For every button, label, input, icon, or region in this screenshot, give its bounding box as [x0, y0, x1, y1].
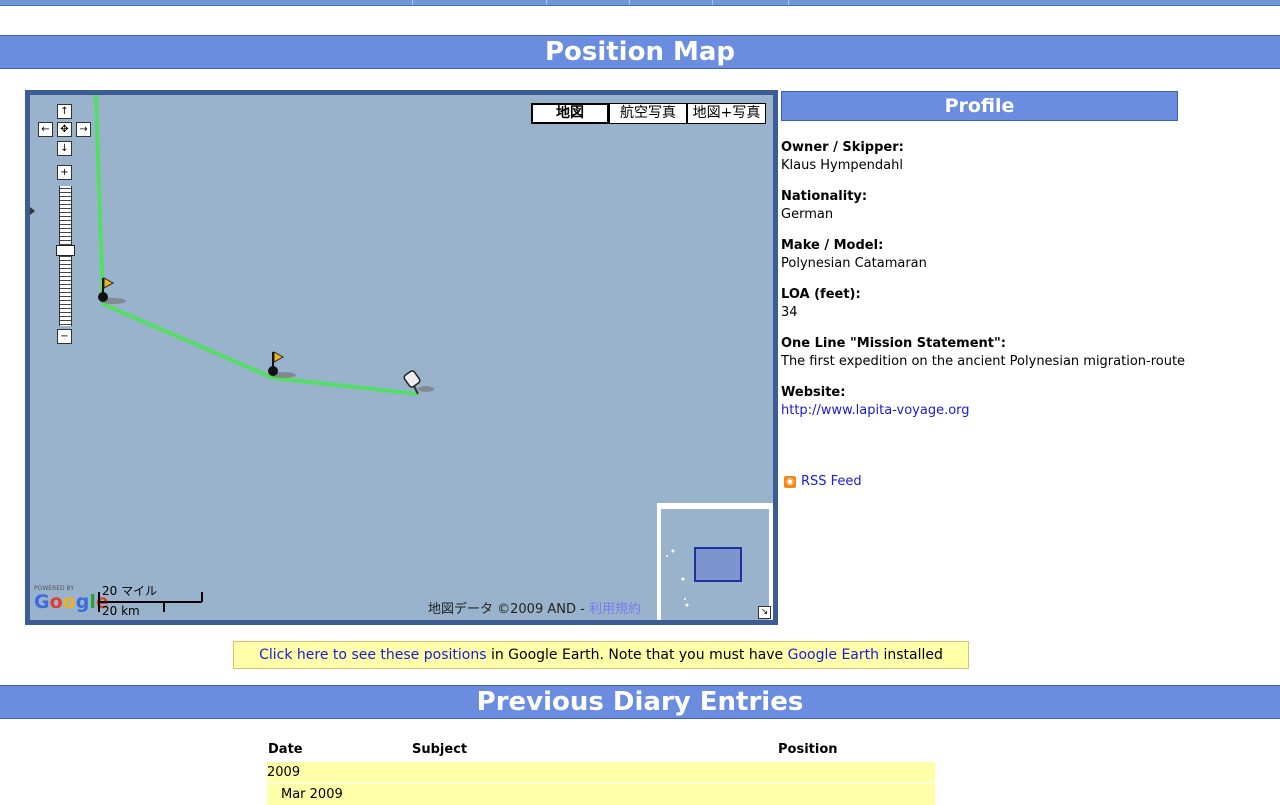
zoom-slider-track[interactable] [59, 186, 72, 326]
column-date: Date [268, 742, 303, 757]
nav-separator [712, 0, 713, 5]
make-model-label: Make / Model: [781, 238, 884, 253]
overview-map[interactable]: ↘ [657, 503, 773, 620]
column-position: Position [778, 742, 838, 757]
nav-separator [629, 0, 630, 5]
voyage-track [94, 95, 419, 396]
map-type-satellite-button[interactable]: 航空写真 [609, 103, 687, 124]
map-type-hybrid-button[interactable]: 地図+写真 [687, 103, 766, 124]
profile-heading: Profile [781, 91, 1178, 121]
diary-table-header: Date Subject Position [267, 742, 935, 762]
map-scale: 20 マイル 20 km [98, 582, 208, 618]
nationality-label: Nationality: [781, 189, 868, 204]
loa-label: LOA (feet): [781, 287, 861, 302]
zoom-slider-thumb[interactable] [56, 245, 75, 256]
pushpin-marker [403, 370, 434, 395]
map-type-map-button[interactable]: 地図 [531, 103, 609, 124]
profile-panel: Profile Owner / Skipper: Klaus Hympendah… [781, 91, 1201, 418]
top-nav-strip [0, 0, 1280, 6]
column-subject: Subject [412, 742, 468, 757]
terms-link[interactable]: 利用規約 [589, 602, 641, 617]
nav-separator [546, 0, 547, 5]
position-map-heading: Position Map [0, 35, 1280, 69]
offscreen-marker-arrow [30, 207, 35, 215]
loa-value: 34 [781, 305, 798, 320]
zoom-in-button[interactable]: + [57, 165, 72, 180]
map-frame: ↑ ← ✥ → ↓ + − 地図 航空写真 地図+写真 POWERED BY G… [25, 90, 778, 625]
mission-label: One Line "Mission Statement": [781, 336, 1006, 351]
google-earth-download-link[interactable]: Google Earth [788, 647, 879, 663]
make-model-value: Polynesian Catamaran [781, 256, 927, 271]
flag-marker [98, 277, 126, 304]
previous-diary-heading: Previous Diary Entries [0, 685, 1280, 719]
top-nav-bar [0, 0, 1280, 8]
rss-icon: ◉ [784, 475, 796, 488]
google-earth-positions-link[interactable]: Click here to see these positions [259, 647, 486, 663]
pan-left-button[interactable]: ← [38, 122, 53, 137]
google-earth-note-suffix: installed [879, 647, 943, 663]
diary-year-row[interactable]: 2009 [267, 762, 935, 783]
overview-toggle-button[interactable]: ↘ [758, 606, 771, 619]
website-label: Website: [781, 385, 846, 400]
nav-separator [412, 0, 413, 5]
mission-value: The first expedition on the ancient Poly… [781, 354, 1186, 369]
owner-value: Klaus Hympendahl [781, 158, 903, 173]
diary-table: Date Subject Position 2009 Mar 2009 [267, 742, 935, 805]
pan-center-button[interactable]: ✥ [57, 122, 72, 137]
pan-up-button[interactable]: ↑ [57, 104, 72, 119]
rss-feed-link[interactable]: ◉ RSS Feed [784, 474, 862, 489]
google-earth-note: Click here to see these positions in Goo… [233, 641, 969, 669]
map-canvas[interactable]: ↑ ← ✥ → ↓ + − 地図 航空写真 地図+写真 POWERED BY G… [30, 95, 773, 620]
nav-separator [788, 0, 789, 5]
google-earth-note-text: in Google Earth. Note that you must have [486, 647, 788, 663]
nationality-value: German [781, 207, 834, 222]
flag-marker [268, 351, 296, 378]
overview-map-canvas[interactable] [661, 509, 769, 620]
rss-feed-label[interactable]: RSS Feed [801, 474, 862, 489]
owner-label: Owner / Skipper: [781, 140, 904, 155]
map-copyright: 地図データ ©2009 AND - 利用規約 [428, 598, 641, 617]
scale-km-label: 20 km [102, 604, 140, 618]
zoom-out-button[interactable]: − [57, 329, 72, 344]
pan-right-button[interactable]: → [76, 122, 91, 137]
pan-down-button[interactable]: ↓ [57, 141, 72, 156]
copyright-text: 地図データ ©2009 AND - [428, 602, 589, 617]
overview-viewport-rect[interactable] [694, 547, 742, 582]
website-link[interactable]: http://www.lapita-voyage.org [781, 403, 1201, 418]
